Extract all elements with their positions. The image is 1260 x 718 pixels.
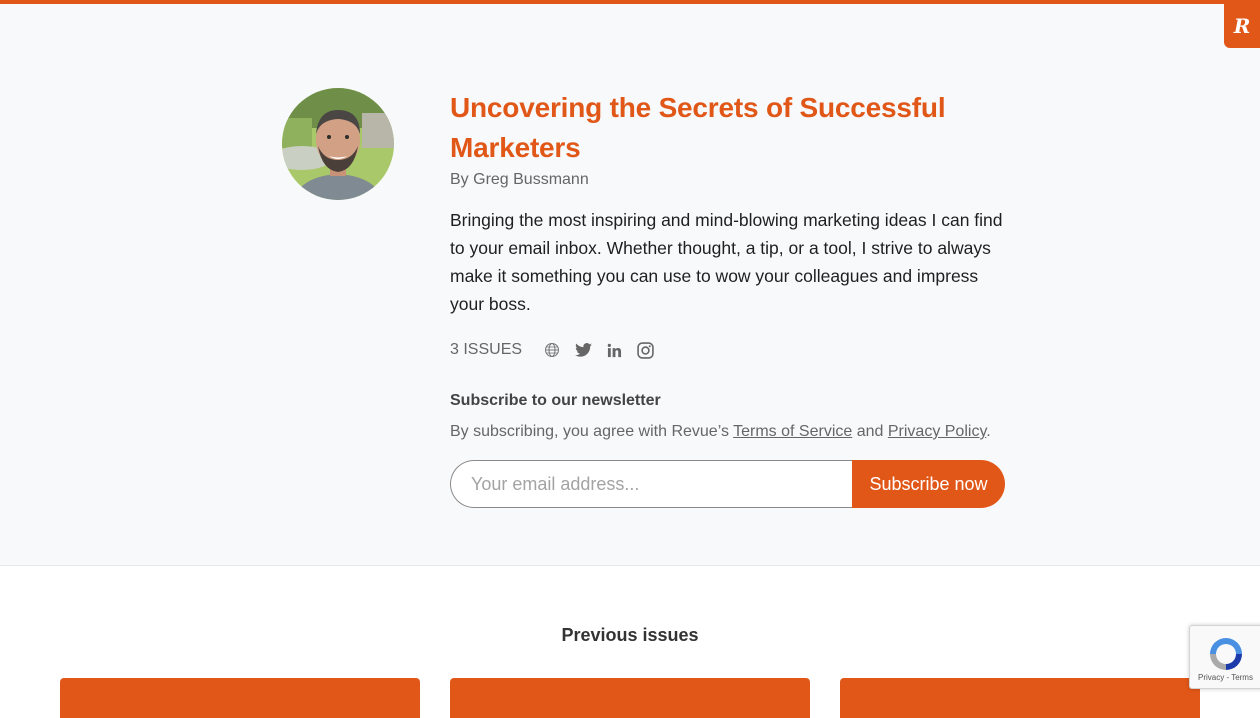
agreement-prefix: By subscribing, you agree with Revue’s [450, 423, 734, 440]
agreement-suffix: . [986, 423, 991, 440]
subscribe-form: Subscribe now [450, 460, 1005, 508]
privacy-policy-link[interactable]: Privacy Policy [888, 423, 986, 440]
recaptcha-links[interactable]: Privacy - Terms [1198, 673, 1253, 682]
previous-issues-heading: Previous issues [561, 625, 699, 645]
author-byline: By Greg Bussmann [450, 171, 589, 188]
terms-of-service-link[interactable]: Terms of Service [733, 423, 852, 440]
subscribe-agreement: By subscribing, you agree with Revue’s T… [450, 423, 991, 441]
globe-icon[interactable] [543, 341, 561, 359]
subscribe-heading: Subscribe to our newsletter [450, 392, 661, 409]
email-input[interactable] [450, 460, 852, 508]
issue-card[interactable] [840, 678, 1200, 718]
newsletter-hero: R Uncovering the Secrets of Successful M… [0, 4, 1260, 566]
author-photo-icon [282, 88, 394, 200]
author-avatar [282, 88, 394, 200]
issue-card[interactable] [60, 678, 420, 718]
subscribe-button[interactable]: Subscribe now [852, 460, 1005, 508]
issue-card[interactable] [450, 678, 810, 718]
newsletter-title: Uncovering the Secrets of Successful Mar… [450, 92, 946, 163]
instagram-icon[interactable] [636, 341, 654, 359]
agreement-middle: and [852, 423, 888, 440]
newsletter-description: Bringing the most inspiring and mind-blo… [450, 210, 1003, 314]
twitter-icon[interactable] [574, 341, 592, 359]
revue-logo-badge[interactable]: R [1224, 4, 1260, 48]
recaptcha-icon [1210, 638, 1242, 670]
issues-count: 3 ISSUES [450, 341, 523, 358]
recaptcha-badge[interactable]: Privacy - Terms [1189, 625, 1260, 689]
linkedin-icon[interactable] [605, 341, 623, 359]
meta-row: 3 ISSUES [450, 338, 667, 362]
